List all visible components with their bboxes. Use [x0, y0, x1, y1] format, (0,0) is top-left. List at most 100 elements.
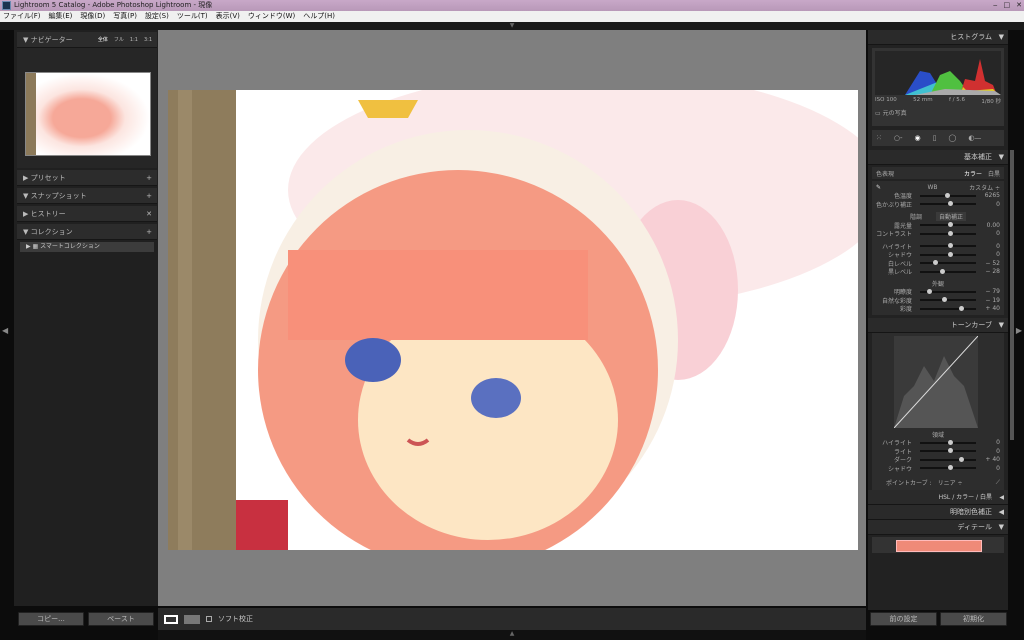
slider-value[interactable]: 0	[980, 201, 1000, 208]
tone-curve-header[interactable]: トーンカーブ ▼	[868, 318, 1008, 333]
slider-thumb[interactable]	[926, 288, 932, 294]
slider-thumb[interactable]	[948, 465, 953, 471]
snapshots-header[interactable]: ▼ スナップショット +	[17, 188, 157, 204]
slider-thumb[interactable]	[948, 222, 953, 228]
point-curve-select[interactable]: リニア ÷	[938, 478, 996, 487]
slider-track[interactable]	[920, 297, 976, 303]
zoom-fit[interactable]: 全体	[98, 32, 108, 48]
slider-value[interactable]: 0	[980, 439, 1000, 446]
color-tab[interactable]: カラー	[956, 494, 974, 501]
bw-tab[interactable]: 白黒	[980, 494, 992, 501]
menu-help[interactable]: ヘルプ(H)	[303, 11, 335, 22]
zoom-1-1[interactable]: 1:1	[130, 32, 138, 48]
slider-thumb[interactable]	[959, 305, 965, 311]
maximize-button[interactable]: □	[1004, 0, 1011, 11]
detail-preview-swatch[interactable]	[896, 540, 982, 552]
zoom-fill[interactable]: フル	[114, 32, 124, 48]
hsl-header[interactable]: HSL / カラー / 白黒 ◀	[868, 490, 1008, 505]
slider-thumb[interactable]	[948, 201, 953, 207]
slider-value[interactable]: 0.00	[980, 222, 1000, 229]
slider-value[interactable]: − 52	[980, 260, 1000, 267]
slider-value[interactable]: + 40	[980, 456, 1000, 463]
menu-develop[interactable]: 現像(D)	[80, 11, 105, 22]
right-panel-toggle[interactable]: ▶	[1016, 326, 1022, 335]
filmstrip-toggle[interactable]: ▲	[158, 630, 866, 640]
slider-track[interactable]	[920, 465, 976, 471]
slider-thumb[interactable]	[948, 439, 953, 445]
graduated-filter-icon[interactable]: ▯	[933, 134, 937, 142]
split-toning-header[interactable]: 明暗別色補正 ◀	[868, 505, 1008, 520]
slider-track[interactable]	[920, 268, 976, 274]
close-button[interactable]: ✕	[1016, 0, 1022, 11]
slider-value[interactable]: 6265	[980, 192, 1000, 199]
original-photo-toggle[interactable]: ▭ 元の写真	[875, 108, 907, 117]
slider-value[interactable]: 0	[980, 448, 1000, 455]
left-panel-toggle[interactable]: ◀	[2, 326, 8, 335]
add-preset-button[interactable]: +	[146, 170, 152, 186]
slider-thumb[interactable]	[959, 456, 965, 462]
curve-edit-icon[interactable]: ⟋	[996, 479, 1000, 487]
histogram-header[interactable]: ヒストグラム ▼	[868, 30, 1008, 45]
navigator-thumbnail[interactable]	[25, 72, 151, 156]
slider-value[interactable]: + 40	[980, 305, 1000, 312]
slider-track[interactable]	[920, 251, 976, 257]
slider-thumb[interactable]	[945, 192, 951, 198]
slider-track[interactable]	[920, 439, 976, 445]
zoom-3-1[interactable]: 3:1	[144, 32, 152, 48]
slider-value[interactable]: − 28	[980, 268, 1000, 275]
presets-header[interactable]: ▶ プリセット +	[17, 170, 157, 186]
menu-file[interactable]: ファイル(F)	[3, 11, 41, 22]
smart-collection-item[interactable]: ▶ ▦ スマートコレクション	[20, 242, 154, 252]
menu-photo[interactable]: 写真(P)	[113, 11, 137, 22]
reset-button[interactable]: 初期化	[940, 612, 1007, 626]
copy-button[interactable]: コピー...	[18, 612, 84, 626]
navigator-preview[interactable]	[17, 48, 157, 168]
slider-track[interactable]	[920, 260, 976, 266]
slider-track[interactable]	[920, 222, 976, 228]
history-header[interactable]: ▶ ヒストリー ✕	[17, 206, 157, 222]
menu-window[interactable]: ウィンドウ(W)	[248, 11, 295, 22]
collections-header[interactable]: ▼ コレクション +	[17, 224, 157, 240]
treatment-bw[interactable]: 白黒	[988, 169, 1000, 178]
minimize-button[interactable]: ‒	[993, 0, 997, 11]
add-snapshot-button[interactable]: +	[146, 188, 152, 204]
menu-edit[interactable]: 編集(E)	[49, 11, 73, 22]
slider-thumb[interactable]	[948, 230, 953, 236]
slider-thumb[interactable]	[948, 448, 953, 454]
wb-eyedropper-icon[interactable]: ✎	[876, 184, 896, 191]
paste-button[interactable]: ペースト	[88, 612, 154, 626]
clear-history-button[interactable]: ✕	[146, 206, 152, 222]
crop-tool-icon[interactable]: ⁙	[876, 134, 882, 142]
navigator-header[interactable]: ▼ ナビゲーター 全体 フル 1:1 3:1	[17, 32, 157, 48]
red-eye-icon[interactable]: ◉	[915, 134, 921, 142]
slider-thumb[interactable]	[933, 260, 939, 266]
slider-track[interactable]	[920, 305, 976, 311]
slider-track[interactable]	[920, 243, 976, 249]
slider-track[interactable]	[920, 288, 976, 294]
slider-track[interactable]	[920, 201, 976, 207]
slider-track[interactable]	[920, 230, 976, 236]
hsl-tab[interactable]: HSL	[939, 494, 951, 501]
slider-value[interactable]: 0	[980, 465, 1000, 472]
slider-thumb[interactable]	[948, 243, 953, 249]
slider-value[interactable]: − 79	[980, 288, 1000, 295]
slider-track[interactable]	[920, 192, 976, 198]
slider-thumb[interactable]	[942, 297, 948, 303]
before-after-button[interactable]	[184, 614, 200, 624]
menu-tools[interactable]: ツール(T)	[177, 11, 208, 22]
spot-removal-icon[interactable]: ○-	[894, 134, 903, 142]
slider-value[interactable]: 0	[980, 230, 1000, 237]
top-panel-toggle[interactable]: ▼	[0, 22, 1024, 30]
previous-settings-button[interactable]: 前の設定	[870, 612, 937, 626]
adjustment-brush-icon[interactable]: ◐—	[968, 134, 981, 142]
tone-curve-graph[interactable]	[893, 335, 979, 429]
menu-view[interactable]: 表示(V)	[216, 11, 240, 22]
basic-header[interactable]: 基本補正 ▼	[868, 150, 1008, 165]
auto-tone-button[interactable]: 自動補正	[936, 212, 967, 222]
slider-value[interactable]: − 19	[980, 297, 1000, 304]
right-panel-scrollbar[interactable]	[1010, 150, 1014, 440]
photo-preview[interactable]	[168, 90, 858, 550]
slider-thumb[interactable]	[940, 268, 946, 274]
menu-settings[interactable]: 設定(S)	[145, 11, 169, 22]
slider-track[interactable]	[920, 448, 976, 454]
